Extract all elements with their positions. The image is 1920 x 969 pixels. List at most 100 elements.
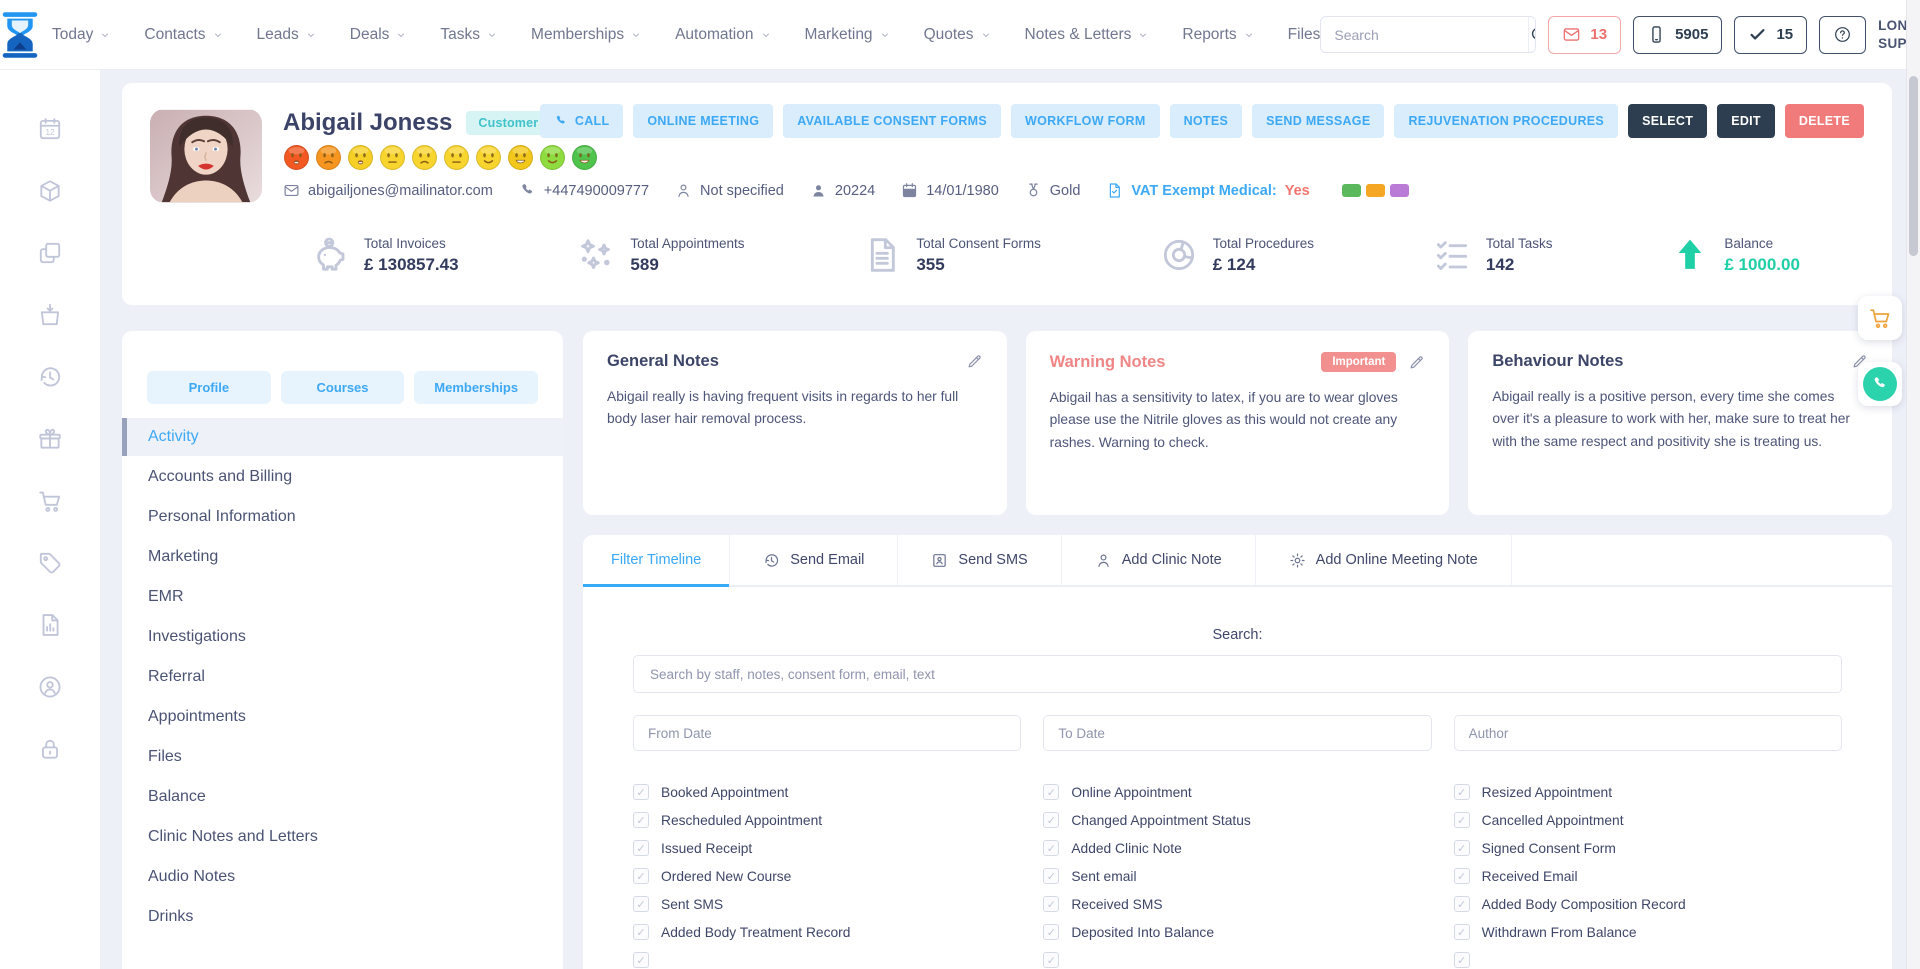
mood-emoji-9[interactable] [539, 144, 566, 171]
filter-checkbox-partial[interactable]: ✓ [633, 952, 1021, 968]
nav-item-notes-letters[interactable]: Notes & Letters [1025, 26, 1150, 44]
edit-pencil-icon[interactable] [966, 353, 983, 370]
filter-checkbox-withdrawn-from-balance[interactable]: ✓Withdrawn From Balance [1454, 924, 1842, 940]
filter-checkbox-deposited-into-balance[interactable]: ✓Deposited Into Balance [1043, 924, 1431, 940]
filter-checkbox-booked-appointment[interactable]: ✓Booked Appointment [633, 784, 1021, 800]
checkbox-checked-icon[interactable]: ✓ [1454, 868, 1470, 884]
tab-send-sms[interactable]: Send SMS [898, 535, 1061, 585]
select-button[interactable]: SELECT [1628, 104, 1707, 138]
rail-gift-icon[interactable] [37, 426, 63, 452]
filter-checkbox-changed-appointment-status[interactable]: ✓Changed Appointment Status [1043, 812, 1431, 828]
sidebar-item-clinic-notes-and-letters[interactable]: Clinic Notes and Letters [122, 818, 563, 856]
mood-emoji-10[interactable] [571, 144, 598, 171]
filter-checkbox-partial[interactable]: ✓ [1454, 952, 1842, 968]
notes-button[interactable]: NOTES [1170, 104, 1243, 138]
checkbox-checked-icon[interactable]: ✓ [1454, 952, 1470, 968]
sidebar-item-marketing[interactable]: Marketing [122, 538, 563, 576]
filter-checkbox-issued-receipt[interactable]: ✓Issued Receipt [633, 840, 1021, 856]
send-message-button[interactable]: SEND MESSAGE [1252, 104, 1384, 138]
filter-checkbox-received-sms[interactable]: ✓Received SMS [1043, 896, 1431, 912]
rail-shop-icon[interactable] [37, 302, 63, 328]
sidebar-item-accounts-and-billing[interactable]: Accounts and Billing [122, 458, 563, 496]
from-date-input[interactable] [633, 715, 1021, 751]
tasks-badge[interactable]: 15 [1734, 16, 1807, 54]
app-logo[interactable] [0, 11, 40, 59]
mood-emoji-1[interactable] [283, 144, 310, 171]
checkbox-checked-icon[interactable]: ✓ [1454, 896, 1470, 912]
filter-checkbox-ordered-new-course[interactable]: ✓Ordered New Course [633, 868, 1021, 884]
rail-lock-icon[interactable] [37, 736, 63, 762]
mood-emoji-4[interactable] [379, 144, 406, 171]
rail-calendar12-icon[interactable]: 12 [37, 116, 63, 142]
mood-emoji-3[interactable] [347, 144, 374, 171]
client-photo[interactable] [150, 109, 262, 203]
sidebar-item-investigations[interactable]: Investigations [122, 618, 563, 656]
nav-item-automation[interactable]: Automation [675, 26, 771, 44]
sidebar-item-audio-notes[interactable]: Audio Notes [122, 858, 563, 896]
tab-add-online-meeting-note[interactable]: Add Online Meeting Note [1256, 535, 1512, 585]
edit-button[interactable]: EDIT [1717, 104, 1775, 138]
rail-report-icon[interactable] [37, 612, 63, 638]
sidebar-item-balance[interactable]: Balance [122, 778, 563, 816]
checkbox-checked-icon[interactable]: ✓ [633, 812, 649, 828]
checkbox-checked-icon[interactable]: ✓ [633, 924, 649, 940]
tab-profile[interactable]: Profile [147, 371, 271, 404]
checkbox-checked-icon[interactable]: ✓ [633, 952, 649, 968]
filter-checkbox-sent-sms[interactable]: ✓Sent SMS [633, 896, 1021, 912]
tab-memberships[interactable]: Memberships [414, 371, 538, 404]
sidebar-item-files[interactable]: Files [122, 738, 563, 776]
client-color-labels[interactable] [1342, 184, 1409, 197]
sidebar-item-personal-information[interactable]: Personal Information [122, 498, 563, 536]
nav-item-contacts[interactable]: Contacts [144, 26, 223, 44]
rail-support-icon[interactable] [37, 674, 63, 700]
mood-emoji-5[interactable] [411, 144, 438, 171]
filter-checkbox-added-clinic-note[interactable]: ✓Added Clinic Note [1043, 840, 1431, 856]
rail-copy-icon[interactable] [37, 240, 63, 266]
checkbox-checked-icon[interactable]: ✓ [1043, 812, 1059, 828]
sidebar-item-referral[interactable]: Referral [122, 658, 563, 696]
nav-item-reports[interactable]: Reports [1182, 26, 1254, 44]
timeline-search-input[interactable] [633, 655, 1842, 693]
checkbox-checked-icon[interactable]: ✓ [1454, 840, 1470, 856]
rail-history-icon[interactable] [37, 364, 63, 390]
mail-badge[interactable]: 13 [1548, 16, 1621, 54]
author-input[interactable] [1454, 715, 1842, 751]
nav-item-deals[interactable]: Deals [350, 26, 408, 44]
filter-checkbox-sent-email[interactable]: ✓Sent email [1043, 868, 1431, 884]
mood-emoji-6[interactable] [443, 144, 470, 171]
filter-checkbox-received-email[interactable]: ✓Received Email [1454, 868, 1842, 884]
filter-checkbox-cancelled-appointment[interactable]: ✓Cancelled Appointment [1454, 812, 1842, 828]
filter-checkbox-added-body-treatment-record[interactable]: ✓Added Body Treatment Record [633, 924, 1021, 940]
edit-pencil-icon[interactable] [1408, 354, 1425, 371]
nav-item-memberships[interactable]: Memberships [531, 26, 642, 44]
sidebar-item-appointments[interactable]: Appointments [122, 698, 563, 736]
filter-checkbox-partial[interactable]: ✓ [1043, 952, 1431, 968]
checkbox-checked-icon[interactable]: ✓ [1043, 840, 1059, 856]
nav-item-files[interactable]: Files [1288, 26, 1321, 44]
online-meeting-button[interactable]: ONLINE MEETING [633, 104, 773, 138]
workflow-form-button[interactable]: WORKFLOW FORM [1011, 104, 1160, 138]
scrollbar-thumb[interactable] [1909, 76, 1918, 256]
checkbox-checked-icon[interactable]: ✓ [1043, 952, 1059, 968]
phone-extension-badge[interactable]: 5905 [1633, 16, 1722, 54]
sidebar-item-activity[interactable]: Activity [122, 418, 563, 456]
rail-package-icon[interactable] [37, 178, 63, 204]
tab-add-clinic-note[interactable]: Add Clinic Note [1062, 535, 1256, 585]
checkbox-checked-icon[interactable]: ✓ [633, 784, 649, 800]
mood-emoji-7[interactable] [475, 144, 502, 171]
tab-courses[interactable]: Courses [281, 371, 405, 404]
search-input[interactable] [1321, 27, 1528, 43]
floating-cart-button[interactable] [1858, 296, 1902, 340]
rejuvenation-procedures-button[interactable]: REJUVENATION PROCEDURES [1394, 104, 1618, 138]
filter-checkbox-signed-consent-form[interactable]: ✓Signed Consent Form [1454, 840, 1842, 856]
client-vat-status[interactable]: VAT Exempt Medical: Yes [1106, 182, 1309, 199]
tab-send-email[interactable]: Send Email [730, 535, 898, 585]
call-button[interactable]: CALL [540, 104, 624, 138]
floating-phone-button[interactable] [1858, 362, 1902, 406]
checkbox-checked-icon[interactable]: ✓ [1454, 784, 1470, 800]
checkbox-checked-icon[interactable]: ✓ [1454, 924, 1470, 940]
help-button[interactable] [1819, 16, 1866, 54]
nav-item-leads[interactable]: Leads [257, 26, 317, 44]
filter-checkbox-rescheduled-appointment[interactable]: ✓Rescheduled Appointment [633, 812, 1021, 828]
nav-item-quotes[interactable]: Quotes [924, 26, 992, 44]
